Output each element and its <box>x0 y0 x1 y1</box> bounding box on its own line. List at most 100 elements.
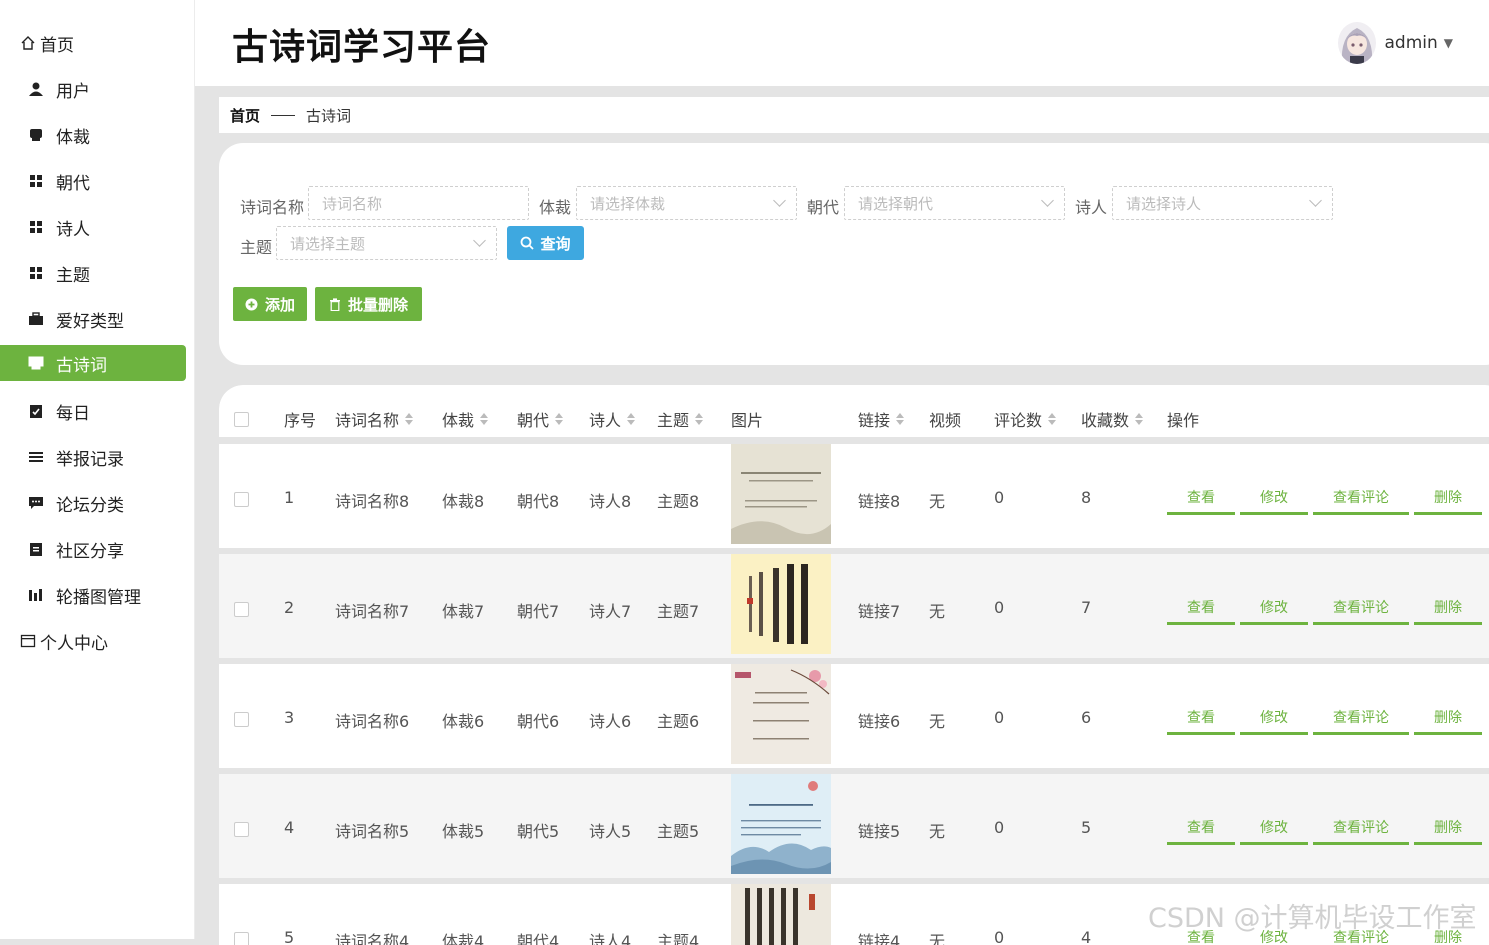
poem-thumbnail[interactable] <box>731 884 831 945</box>
sidebar-item-daily[interactable]: 每日 <box>0 393 186 429</box>
sort-icon[interactable] <box>480 413 489 425</box>
header-genre[interactable]: 体裁 <box>442 407 489 431</box>
query-button[interactable]: 查询 <box>507 226 584 260</box>
cell-video: 无 <box>929 822 946 841</box>
query-button-label: 查询 <box>540 234 571 253</box>
view-button[interactable]: 查看 <box>1167 482 1235 515</box>
chart-bar-icon <box>28 587 44 603</box>
table-row: 4 诗词名称5 体裁5 朝代5 诗人5 主题5 链接5 无 0 5 查看 修改 … <box>219 774 1489 878</box>
header-link[interactable]: 链接 <box>858 407 905 431</box>
table-header: 序号 诗词名称 体裁 朝代 诗人 主题 图片 链接 视频 评论数 收藏数 操作 <box>219 385 1489 441</box>
chat-icon <box>28 127 44 143</box>
edit-button[interactable]: 修改 <box>1240 812 1308 845</box>
poem-thumbnail[interactable] <box>731 554 831 654</box>
view-comments-button[interactable]: 查看评论 <box>1313 702 1409 735</box>
theme-select[interactable]: 请选择主题 <box>276 226 497 260</box>
sidebar-item-hobby-type[interactable]: 爱好类型 <box>0 301 186 337</box>
cell-link: 链接5 <box>858 822 901 841</box>
sidebar-item-forum-category[interactable]: 论坛分类 <box>0 485 186 521</box>
cell-name: 诗词名称7 <box>335 602 410 621</box>
cell-favorites: 8 <box>1081 488 1092 507</box>
poem-thumbnail[interactable] <box>731 774 831 874</box>
header-dynasty[interactable]: 朝代 <box>517 407 564 431</box>
cell-video: 无 <box>929 712 946 731</box>
view-button[interactable]: 查看 <box>1167 592 1235 625</box>
sidebar-item-dynasty[interactable]: 朝代 <box>0 163 186 199</box>
poem-thumbnail[interactable] <box>731 444 831 544</box>
poem-table: 序号 诗词名称 体裁 朝代 诗人 主题 图片 链接 视频 评论数 收藏数 操作 … <box>219 385 1489 945</box>
row-checkbox[interactable] <box>234 822 249 837</box>
sort-icon[interactable] <box>1135 413 1144 425</box>
header-theme[interactable]: 主题 <box>657 407 704 431</box>
genre-placeholder: 请选择体裁 <box>590 194 666 213</box>
edit-button[interactable]: 修改 <box>1240 482 1308 515</box>
view-comments-button[interactable]: 查看评论 <box>1313 482 1409 515</box>
batch-delete-button[interactable]: 批量删除 <box>315 287 422 321</box>
header-name[interactable]: 诗词名称 <box>335 407 414 431</box>
sidebar-item-home[interactable]: 首页 <box>0 25 186 61</box>
theme-placeholder: 请选择主题 <box>290 234 366 253</box>
dynasty-select[interactable]: 请选择朝代 <box>844 186 1065 220</box>
cell-poet: 诗人6 <box>589 712 632 731</box>
sidebar-item-genre[interactable]: 体裁 <box>0 117 186 153</box>
view-comments-button[interactable]: 查看评论 <box>1313 812 1409 845</box>
cell-video: 无 <box>929 602 946 621</box>
sidebar-item-poet[interactable]: 诗人 <box>0 209 186 245</box>
sidebar-item-report-records[interactable]: 举报记录 <box>0 439 186 475</box>
table-row: 1 诗词名称8 体裁8 朝代8 诗人8 主题8 链接8 无 0 8 查看 修改 … <box>219 444 1489 548</box>
poem-thumbnail[interactable] <box>731 664 831 764</box>
sidebar-item-carousel[interactable]: 轮播图管理 <box>0 577 186 613</box>
select-all-checkbox[interactable] <box>234 412 249 427</box>
delete-button[interactable]: 删除 <box>1414 482 1482 515</box>
header-comments[interactable]: 评论数 <box>994 407 1057 431</box>
view-button[interactable]: 查看 <box>1167 812 1235 845</box>
sort-icon[interactable] <box>695 413 704 425</box>
dynasty-label: 朝代 <box>807 198 840 217</box>
sidebar-item-label: 古诗词 <box>56 355 107 376</box>
sidebar-item-label: 体裁 <box>56 127 90 148</box>
cell-theme: 主题7 <box>657 602 700 621</box>
sidebar-item-poems[interactable]: 古诗词 <box>0 345 186 381</box>
poet-select[interactable]: 请选择诗人 <box>1112 186 1333 220</box>
grid-icon <box>28 173 44 189</box>
sort-icon[interactable] <box>627 413 636 425</box>
sidebar-item-label: 诗人 <box>56 219 90 240</box>
row-checkbox[interactable] <box>234 712 249 727</box>
sidebar-item-profile[interactable]: 个人中心 <box>0 623 186 659</box>
view-button[interactable]: 查看 <box>1167 702 1235 735</box>
cell-comments: 0 <box>994 488 1005 507</box>
delete-button[interactable]: 删除 <box>1414 702 1482 735</box>
cell-favorites: 4 <box>1081 928 1092 945</box>
cell-link: 链接7 <box>858 602 901 621</box>
header-favorites[interactable]: 收藏数 <box>1081 407 1144 431</box>
poem-name-input[interactable]: 诗词名称 <box>308 186 529 220</box>
edit-button[interactable]: 修改 <box>1240 702 1308 735</box>
header-poet[interactable]: 诗人 <box>589 407 636 431</box>
user-menu[interactable]: admin ▼ <box>1338 22 1453 64</box>
header-actions-label: 操作 <box>1167 411 1200 430</box>
sort-icon[interactable] <box>405 413 414 425</box>
user-icon <box>28 81 44 97</box>
row-checkbox[interactable] <box>234 492 249 507</box>
sort-icon[interactable] <box>555 413 564 425</box>
avatar[interactable] <box>1338 22 1377 64</box>
sidebar-item-community-share[interactable]: 社区分享 <box>0 531 186 567</box>
sidebar-item-theme[interactable]: 主题 <box>0 255 186 291</box>
sort-icon[interactable] <box>896 413 905 425</box>
sort-icon[interactable] <box>1048 413 1057 425</box>
delete-button[interactable]: 删除 <box>1414 592 1482 625</box>
view-comments-button[interactable]: 查看评论 <box>1313 592 1409 625</box>
cell-video: 无 <box>929 932 946 945</box>
breadcrumb-home[interactable]: 首页 <box>230 105 260 126</box>
edit-button[interactable]: 修改 <box>1240 592 1308 625</box>
trash-icon <box>329 297 340 311</box>
monitor-icon <box>28 355 44 371</box>
add-button[interactable]: 添加 <box>233 287 307 321</box>
genre-select[interactable]: 请选择体裁 <box>576 186 797 220</box>
cell-genre: 体裁4 <box>442 932 485 945</box>
sidebar-item-users[interactable]: 用户 <box>0 71 186 107</box>
cell-comments: 0 <box>994 598 1005 617</box>
delete-button[interactable]: 删除 <box>1414 812 1482 845</box>
row-checkbox[interactable] <box>234 602 249 617</box>
sidebar-item-label: 首页 <box>40 35 74 56</box>
